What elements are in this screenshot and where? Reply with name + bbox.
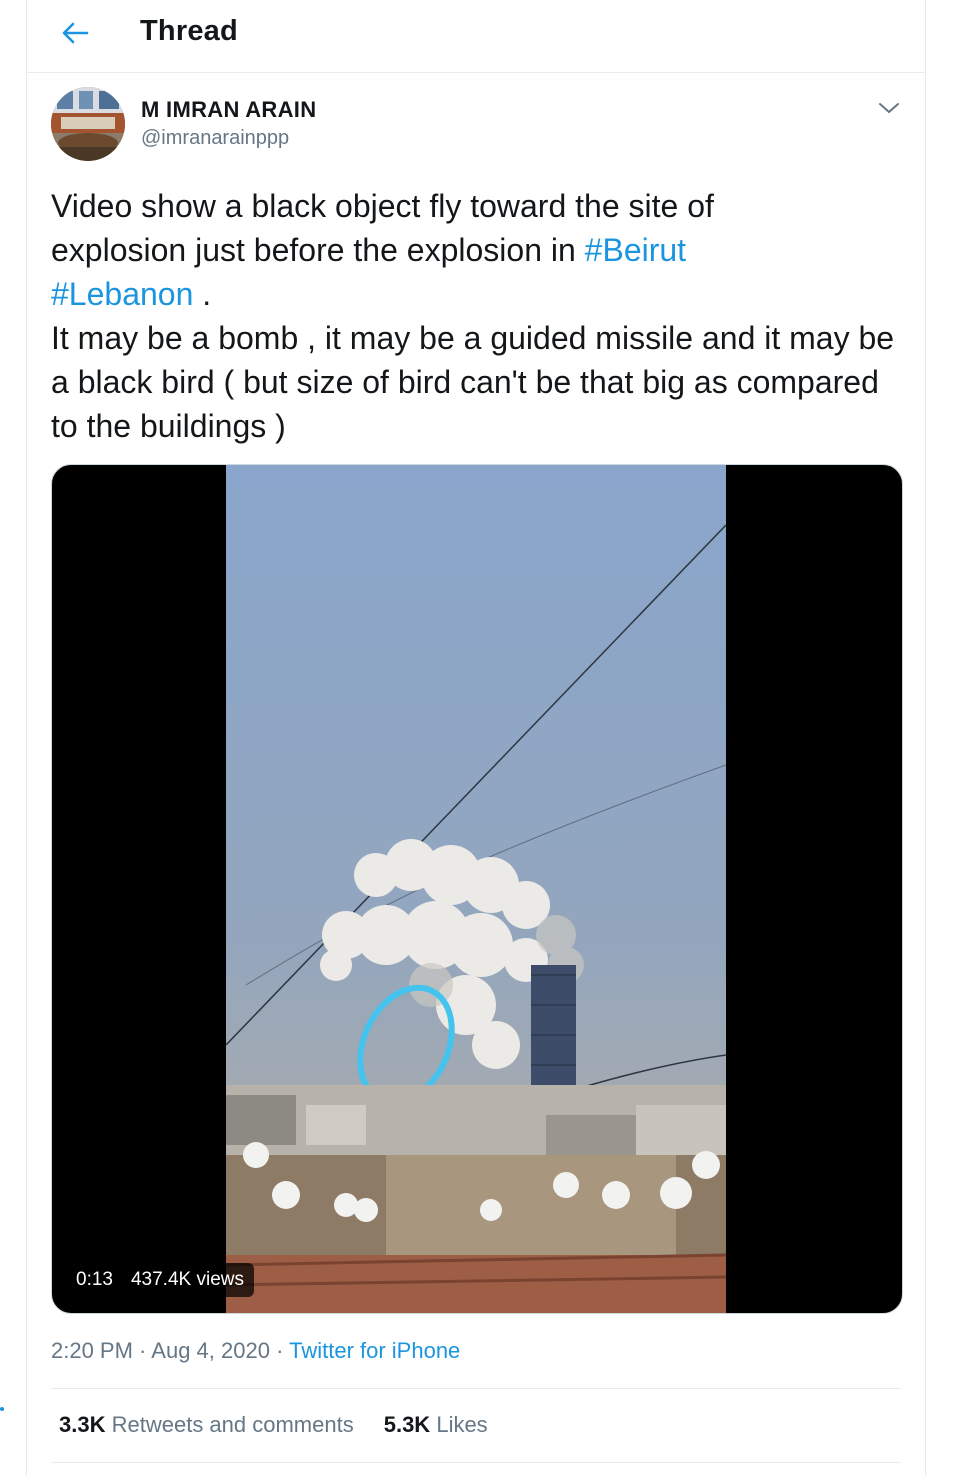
hashtag-lebanon-link[interactable]: #Lebanon bbox=[51, 276, 193, 312]
video-player[interactable]: 0:13 437.4K views bbox=[51, 464, 903, 1314]
thread-column: Thread M IMRAN ARAIN @imranarainppp Vide… bbox=[26, 0, 926, 1476]
tweet-text-line: Video show a black object fly toward the… bbox=[51, 188, 714, 224]
tweet-text-line: explosion just before the explosion in bbox=[51, 232, 585, 268]
scroll-indicator bbox=[0, 1407, 4, 1411]
retweets-stat[interactable]: 3.3K Retweets and comments bbox=[59, 1412, 354, 1438]
video-duration: 0:13 bbox=[76, 1269, 113, 1290]
tweet-time[interactable]: 2:20 PM bbox=[51, 1338, 133, 1363]
retweets-label: Retweets and comments bbox=[111, 1412, 354, 1437]
meta-separator: · bbox=[132, 1338, 152, 1363]
tweet-text-line: . bbox=[193, 276, 212, 312]
page-title: Thread bbox=[140, 15, 238, 47]
author-handle[interactable]: @imranarainppp bbox=[141, 127, 289, 150]
video-frame[interactable] bbox=[225, 465, 727, 1313]
chevron-down-icon bbox=[879, 103, 899, 113]
divider bbox=[51, 1462, 901, 1463]
tweet-menu-button[interactable] bbox=[873, 92, 905, 124]
arrow-left-icon bbox=[62, 22, 89, 44]
back-button[interactable] bbox=[55, 14, 95, 52]
divider bbox=[51, 1388, 901, 1389]
tweet-stats: 3.3K Retweets and comments 5.3K Likes bbox=[59, 1412, 488, 1438]
video-info-badge: 0:13 437.4K views bbox=[66, 1263, 254, 1297]
likes-count: 5.3K bbox=[383, 1412, 431, 1437]
meta-separator: · bbox=[269, 1338, 290, 1363]
author-name[interactable]: M IMRAN ARAIN bbox=[141, 97, 316, 123]
tweet-meta: 2:20 PM · Aug 4, 2020 · Twitter for iPho… bbox=[51, 1338, 460, 1364]
thread-header: Thread bbox=[27, 0, 925, 73]
tweet-paragraph-1: Video show a black object fly toward the… bbox=[51, 184, 901, 316]
hashtag-beirut-link[interactable]: #Beirut bbox=[585, 232, 686, 268]
video-views: 437.4K views bbox=[130, 1269, 244, 1290]
retweets-count: 3.3K bbox=[59, 1412, 106, 1437]
tweet-text: Video show a black object fly toward the… bbox=[51, 184, 901, 448]
tweet-paragraph-2: It may be a bomb , it may be a guided mi… bbox=[51, 320, 895, 444]
avatar[interactable] bbox=[51, 87, 125, 161]
tweet-date[interactable]: Aug 4, 2020 bbox=[151, 1338, 270, 1363]
likes-stat[interactable]: 5.3K Likes bbox=[384, 1412, 488, 1438]
tweet-source-link[interactable]: Twitter for iPhone bbox=[289, 1338, 460, 1363]
likes-label: Likes bbox=[436, 1412, 488, 1437]
